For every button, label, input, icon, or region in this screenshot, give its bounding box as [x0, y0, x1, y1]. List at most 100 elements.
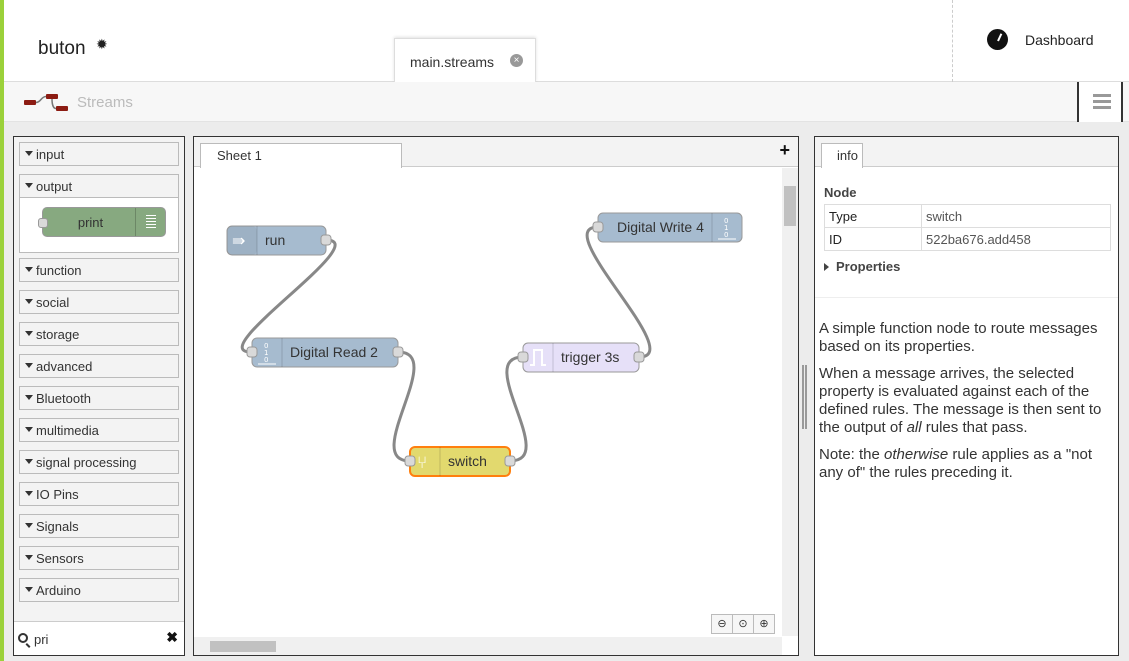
palette: input output print function social stora… — [13, 136, 185, 656]
caret-down-icon — [25, 459, 33, 464]
app-title: buton — [38, 38, 86, 59]
palette-category-output[interactable]: output — [19, 174, 179, 198]
switch-icon: ⑂ — [417, 453, 427, 473]
caret-down-icon — [25, 523, 33, 528]
caret-down-icon — [25, 427, 33, 432]
sidebar-tab-bar: info — [815, 137, 1118, 168]
caret-right-icon — [824, 263, 829, 271]
properties-toggle[interactable]: Properties — [824, 259, 900, 274]
streams-logo-icon — [24, 94, 68, 111]
search-icon — [18, 633, 28, 643]
flow-canvas[interactable]: ⇛ run 0 1 0 Digital Read 2 ⑂ switch trig… — [194, 167, 782, 637]
output-port[interactable] — [320, 234, 332, 246]
tab-sheet-1[interactable]: Sheet 1 — [200, 143, 402, 168]
caret-down-icon — [25, 395, 33, 400]
output-port[interactable] — [392, 346, 404, 358]
svg-text:0: 0 — [264, 356, 268, 364]
flow-canvas-panel: Sheet 1 + ⇛ run 0 1 0 Digital Read 2 ⑂ s… — [193, 136, 799, 656]
help-paragraph: When a message arrives, the selected pro… — [819, 365, 1102, 436]
input-port[interactable] — [246, 346, 258, 358]
horizontal-scrollbar[interactable] — [194, 637, 782, 655]
wire[interactable] — [585, 225, 652, 359]
palette-category-signals[interactable]: Signals — [19, 514, 179, 538]
header-title: Streams — [77, 94, 133, 111]
caret-down-icon — [25, 267, 33, 272]
node-label: print — [77, 215, 104, 230]
palette-category-bluetooth[interactable]: Bluetooth — [19, 386, 179, 410]
palette-category-io-pins[interactable]: IO Pins — [19, 482, 179, 506]
palette-search-input[interactable] — [34, 630, 154, 648]
caret-down-icon — [25, 331, 33, 336]
palette-category-function[interactable]: function — [19, 258, 179, 282]
top-bar: buton ✹ main.streams × Dashboard — [0, 0, 1129, 82]
caret-down-icon — [25, 491, 33, 496]
caret-down-icon — [25, 587, 33, 592]
node-digital-write[interactable]: Digital Write 4 0 1 0 — [592, 212, 743, 243]
palette-node-print[interactable]: print — [38, 207, 166, 237]
input-port[interactable] — [404, 455, 416, 467]
zoom-reset-icon[interactable]: ⊙ — [732, 614, 754, 634]
tab-info[interactable]: info — [821, 143, 863, 168]
caret-down-icon — [25, 363, 33, 368]
input-port[interactable] — [517, 351, 529, 363]
node-label: Digital Write 4 — [617, 219, 704, 235]
dashboard-link[interactable]: Dashboard — [1025, 32, 1094, 48]
close-icon[interactable]: × — [510, 54, 523, 67]
zoom-out-icon[interactable]: ⊖ — [711, 614, 733, 634]
sidebar-resize-handle[interactable] — [802, 365, 808, 429]
wire[interactable] — [505, 355, 528, 463]
input-port[interactable] — [592, 221, 604, 233]
output-port[interactable] — [504, 455, 516, 467]
caret-down-icon — [25, 183, 33, 188]
node-heading: Node — [824, 185, 857, 200]
wire[interactable] — [392, 350, 416, 463]
palette-category-storage[interactable]: storage — [19, 322, 179, 346]
arrow-in-icon: ⇛ — [232, 231, 245, 250]
clear-search-icon[interactable]: ✖ — [166, 629, 178, 646]
node-label: run — [265, 232, 285, 248]
table-row: Type switch — [824, 204, 1111, 228]
hamburger-icon — [1093, 94, 1111, 112]
node-run[interactable]: ⇛ run — [226, 225, 332, 256]
caret-down-icon — [25, 299, 33, 304]
info-sidebar: info Node Type switch ID 522ba676.add458… — [814, 136, 1119, 656]
help-paragraph: A simple function node to route messages… — [819, 320, 1098, 355]
palette-category-sensors[interactable]: Sensors — [19, 546, 179, 570]
table-row: ID 522ba676.add458 — [824, 227, 1111, 251]
sheet-tab-bar: Sheet 1 + — [194, 137, 798, 168]
scroll-thumb[interactable] — [210, 641, 276, 652]
divider — [952, 0, 953, 82]
divider — [815, 297, 1118, 298]
streams-header: Streams — [4, 82, 1129, 122]
palette-category-advanced[interactable]: advanced — [19, 354, 179, 378]
palette-category-arduino[interactable]: Arduino — [19, 578, 179, 602]
list-icon — [146, 215, 156, 230]
tab-main-streams[interactable]: main.streams × — [394, 38, 536, 82]
node-label: switch — [448, 453, 487, 469]
node-trigger[interactable]: trigger 3s — [517, 342, 645, 373]
palette-category-input[interactable]: input — [19, 142, 179, 166]
caret-down-icon — [25, 151, 33, 156]
wire[interactable] — [240, 238, 337, 354]
palette-output-content: print — [19, 198, 179, 253]
output-port[interactable] — [633, 351, 645, 363]
vertical-scrollbar[interactable] — [782, 168, 798, 636]
palette-category-multimedia[interactable]: multimedia — [19, 418, 179, 442]
gear-icon[interactable]: ✹ — [96, 36, 108, 53]
palette-category-social[interactable]: social — [19, 290, 179, 314]
node-label: Digital Read 2 — [290, 344, 378, 360]
scroll-thumb[interactable] — [784, 186, 796, 226]
svg-text:0: 0 — [724, 231, 728, 239]
add-sheet-button[interactable]: + — [779, 140, 790, 161]
accent-strip — [0, 0, 4, 661]
caret-down-icon — [25, 555, 33, 560]
zoom-in-icon[interactable]: ⊕ — [753, 614, 775, 634]
node-digital-read[interactable]: 0 1 0 Digital Read 2 — [246, 337, 404, 368]
main-menu-button[interactable] — [1077, 82, 1123, 122]
node-help-text: A simple function node to route messages… — [819, 320, 1115, 491]
palette-category-signal-processing[interactable]: signal processing — [19, 450, 179, 474]
zoom-controls: ⊖ ⊙ ⊕ — [711, 614, 775, 634]
node-properties-table: Type switch ID 522ba676.add458 — [824, 204, 1111, 251]
node-switch[interactable]: ⑂ switch — [404, 446, 516, 477]
dashboard-gauge-icon[interactable] — [987, 29, 1008, 50]
